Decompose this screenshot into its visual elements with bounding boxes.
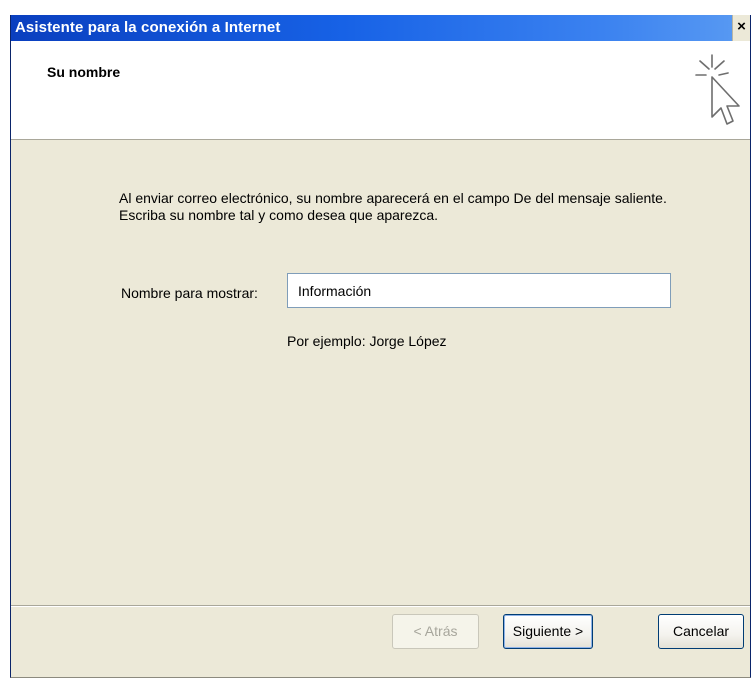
display-name-input[interactable] xyxy=(287,273,671,308)
next-button[interactable]: Siguiente > xyxy=(503,614,593,649)
title-bar: Asistente para la conexión a Internet × xyxy=(11,15,750,41)
example-text: Por ejemplo: Jorge López xyxy=(287,333,447,349)
window-title: Asistente para la conexión a Internet xyxy=(15,19,281,36)
back-button[interactable]: < Atrás xyxy=(392,614,479,649)
close-icon: × xyxy=(737,18,746,35)
close-button[interactable]: × xyxy=(732,15,750,41)
page-title: Su nombre xyxy=(47,64,121,80)
wizard-cursor-icon xyxy=(695,54,740,125)
wizard-header: Su nombre xyxy=(11,41,750,140)
wizard-window: Asistente para la conexión a Internet × … xyxy=(10,15,751,678)
description-text: Al enviar correo electrónico, su nombre … xyxy=(119,190,667,223)
cancel-button[interactable]: Cancelar xyxy=(658,614,744,649)
footer-divider xyxy=(11,605,750,607)
wizard-content: Al enviar correo electrónico, su nombre … xyxy=(11,140,750,677)
display-name-label: Nombre para mostrar: xyxy=(121,285,258,301)
